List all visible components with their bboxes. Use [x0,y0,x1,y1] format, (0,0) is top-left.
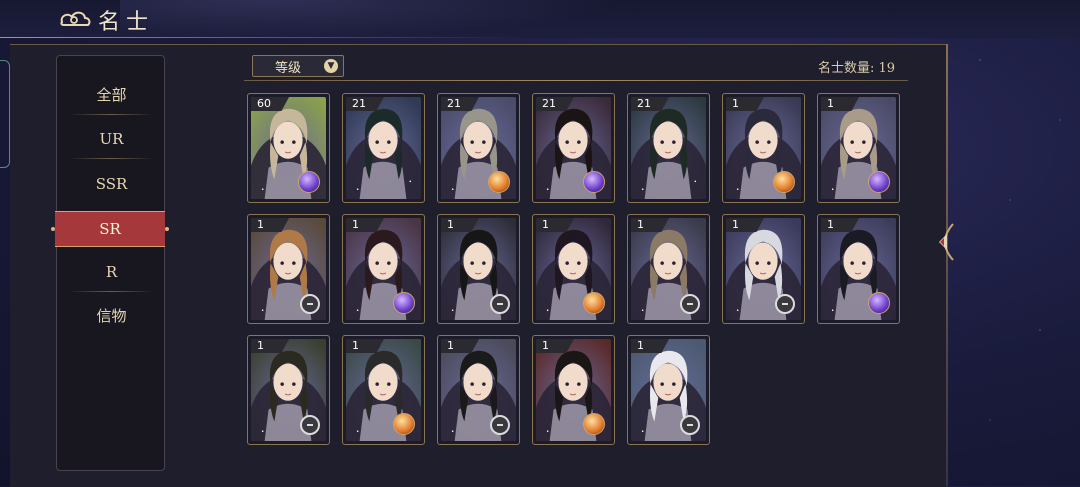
header-decoration [120,0,620,38]
card-frame: 1 [631,218,706,320]
character-card[interactable]: 1 [722,214,805,324]
compass-icon [300,294,320,314]
purple-orb-icon [868,171,890,193]
rarity-sidebar: 全部 UR SSR SR R 信物 [51,55,169,471]
card-frame: 1 [821,97,896,199]
sort-dropdown[interactable]: 等级 ▼ [252,55,344,77]
card-frame: 1 [631,339,706,441]
card-frame: 1 [346,218,421,320]
character-card[interactable]: 1 [817,214,900,324]
collapse-arrow-icon[interactable] [933,222,955,262]
purple-orb-icon [393,292,415,314]
orange-orb-icon [583,413,605,435]
character-card[interactable]: 1 [342,335,425,445]
card-frame: 21 [346,97,421,199]
character-card[interactable]: 1 [437,335,520,445]
sidebar-item-sr[interactable]: SR [51,211,169,247]
sidebar-divider [69,158,154,159]
character-card[interactable]: 1 [532,214,615,324]
character-card[interactable]: 21 [532,93,615,203]
orange-orb-icon [488,171,510,193]
card-frame: 1 [441,339,516,441]
character-card[interactable]: 1 [437,214,520,324]
sidebar-item-keepsake[interactable]: 信物 [69,299,154,333]
orange-orb-icon [773,171,795,193]
sidebar-item-all[interactable]: 全部 [69,78,154,112]
page-title: 名士 [98,10,155,35]
card-frame: 21 [441,97,516,199]
sidebar-divider [69,291,154,292]
purple-orb-icon [868,292,890,314]
character-card[interactable]: 1 [247,335,330,445]
character-card[interactable]: 60 [247,93,330,203]
character-card[interactable]: 1 [722,93,805,203]
purple-orb-icon [583,171,605,193]
card-frame: 1 [251,218,326,320]
card-frame: 1 [251,339,326,441]
sidebar-item-ur[interactable]: UR [69,122,154,156]
panel-edge [946,44,948,486]
card-frame: 1 [346,339,421,441]
top-header: 名士 [0,0,1080,38]
character-card[interactable]: 21 [342,93,425,203]
card-frame: 21 [631,97,706,199]
sidebar-divider [69,114,154,115]
orange-orb-icon [393,413,415,435]
character-card[interactable]: 21 [437,93,520,203]
character-card[interactable]: 21 [627,93,710,203]
card-frame: 21 [536,97,611,199]
cloud-swirl-icon [60,11,91,26]
header-divider [0,37,520,38]
orange-orb-icon [583,292,605,314]
toolbar-divider [244,80,908,81]
compass-icon [680,415,700,435]
character-card[interactable]: 1 [627,214,710,324]
compass-icon [300,415,320,435]
purple-orb-icon [298,171,320,193]
chevron-down-icon: ▼ [324,59,338,73]
character-portrait [631,97,706,199]
character-card[interactable]: 1 [342,214,425,324]
card-frame: 1 [536,218,611,320]
sort-label: 等级 [275,61,302,76]
character-portrait [346,97,421,199]
character-count: 名士数量: 19 [818,61,896,76]
left-edge-tab[interactable] [0,60,10,168]
card-frame: 1 [726,97,801,199]
card-frame: 60 [251,97,326,199]
compass-icon [775,294,795,314]
card-frame: 1 [821,218,896,320]
compass-icon [680,294,700,314]
compass-icon [490,415,510,435]
compass-icon [490,294,510,314]
character-card[interactable]: 1 [532,335,615,445]
character-card[interactable]: 1 [627,335,710,445]
sidebar-item-ssr[interactable]: SSR [69,167,154,201]
card-frame: 1 [441,218,516,320]
sidebar-item-r[interactable]: R [69,255,154,289]
card-frame: 1 [726,218,801,320]
character-card[interactable]: 1 [817,93,900,203]
character-card[interactable]: 1 [247,214,330,324]
card-frame: 1 [536,339,611,441]
